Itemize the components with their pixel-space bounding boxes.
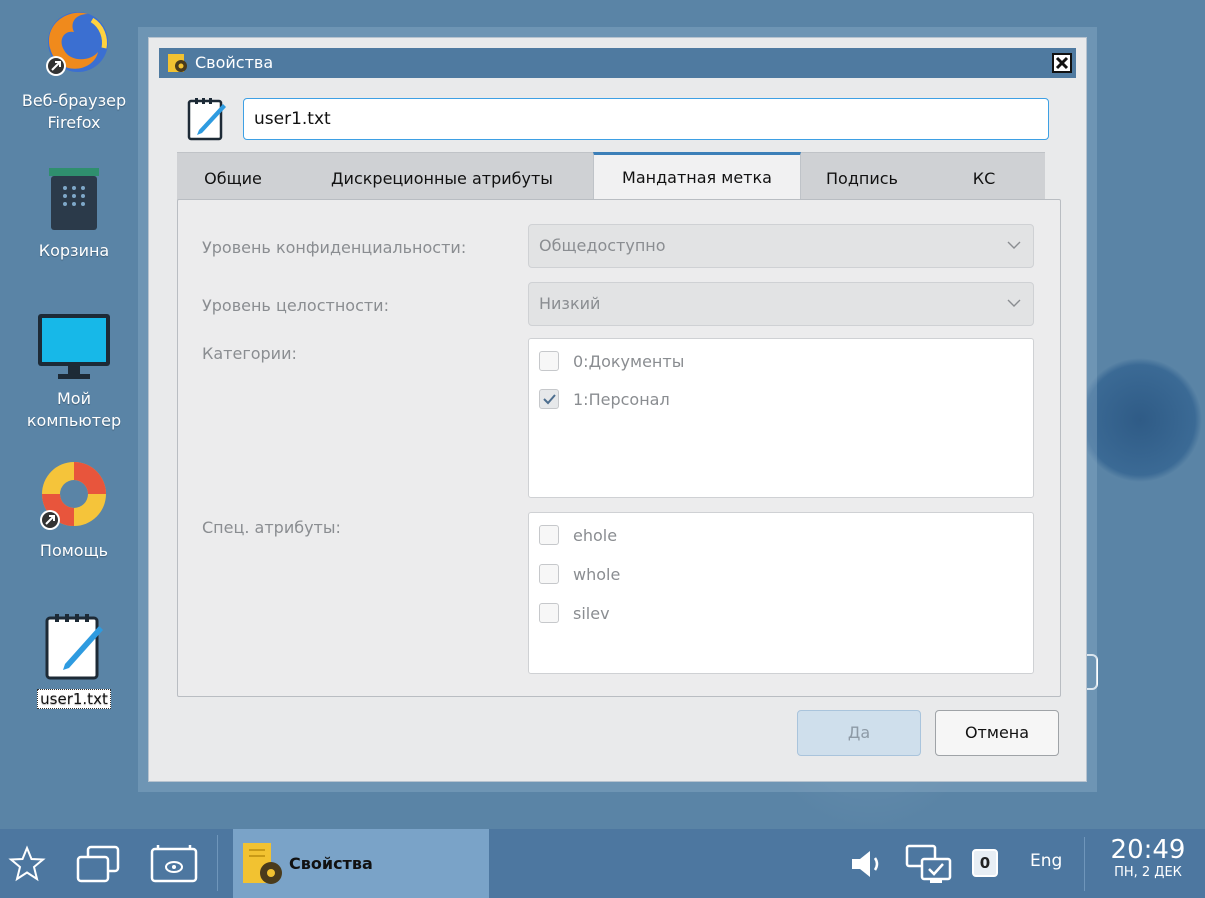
chevron-down-icon bbox=[1007, 241, 1021, 249]
special-attribute-label: whole bbox=[573, 565, 621, 584]
taskbar-task-label: Свойства bbox=[289, 854, 373, 873]
keyboard-language[interactable]: Eng bbox=[1030, 851, 1062, 871]
desktop-icon-label: Помощь bbox=[39, 541, 109, 560]
tab-bar: Общие Дискреционные атрибуты Мандатная м… bbox=[177, 152, 1045, 201]
properties-dialog: Свойства Общие Дискреционные атрибуты Ма… bbox=[148, 37, 1087, 782]
taskbar-task-properties[interactable]: Свойства bbox=[233, 829, 489, 898]
checkbox[interactable] bbox=[539, 525, 559, 545]
tab-general[interactable]: Общие bbox=[177, 152, 289, 200]
checkmark-icon bbox=[543, 394, 556, 405]
integrity-select[interactable]: Низкий bbox=[528, 282, 1034, 326]
show-desktop-icon[interactable] bbox=[150, 845, 198, 885]
text-file-icon bbox=[45, 614, 103, 680]
taskbar-separator bbox=[1084, 837, 1085, 891]
confidentiality-value: Общедоступно bbox=[539, 236, 666, 255]
chevron-down-icon bbox=[1007, 299, 1021, 307]
integrity-value: Низкий bbox=[539, 294, 601, 313]
special-attribute-label: ehole bbox=[573, 526, 618, 545]
firefox-icon bbox=[46, 12, 108, 76]
clock-time: 20:49 bbox=[1110, 835, 1186, 865]
desktop-edge-widget bbox=[1086, 654, 1098, 690]
close-button[interactable] bbox=[1052, 53, 1072, 73]
text-file-icon bbox=[187, 98, 226, 141]
taskbar: Свойства 0 Eng 20:49 ПН, 2 ДЕК bbox=[0, 829, 1205, 898]
desktop-icon-label: Корзина bbox=[38, 241, 110, 260]
checkbox[interactable] bbox=[539, 603, 559, 623]
checkbox[interactable] bbox=[539, 351, 559, 371]
cancel-button[interactable]: Отмена bbox=[935, 710, 1059, 756]
volume-icon[interactable] bbox=[850, 849, 884, 879]
checkbox[interactable] bbox=[539, 564, 559, 584]
special-attribute-label: silev bbox=[573, 604, 610, 623]
start-menu-star-icon[interactable] bbox=[8, 845, 46, 883]
desktop-icon-label: Мой компьютер bbox=[26, 389, 122, 430]
mandatory-label-panel: Уровень конфиденциальности: Общедоступно… bbox=[177, 199, 1061, 697]
category-item-label: 1:Персонал bbox=[573, 390, 670, 409]
dialog-titlebar[interactable]: Свойства bbox=[159, 48, 1076, 78]
desktop-icon-user1-txt[interactable]: user1.txt bbox=[8, 612, 140, 710]
notification-badge[interactable]: 0 bbox=[972, 849, 998, 877]
integrity-label: Уровень целостности: bbox=[202, 296, 389, 315]
trash-icon bbox=[49, 168, 99, 230]
clock[interactable]: 20:49 ПН, 2 ДЕК bbox=[1096, 835, 1200, 881]
windows-switcher-icon[interactable] bbox=[76, 845, 122, 885]
taskbar-separator bbox=[217, 835, 218, 891]
filename-input[interactable] bbox=[243, 98, 1049, 140]
tab-mandatory-label[interactable]: Мандатная метка bbox=[593, 152, 801, 201]
desktop-icon-trash[interactable]: Корзина bbox=[8, 166, 140, 262]
categories-label: Категории: bbox=[202, 344, 297, 363]
clock-date: ПН, 2 ДЕК bbox=[1114, 865, 1182, 880]
close-icon bbox=[1055, 56, 1069, 70]
tab-ks[interactable]: КС bbox=[923, 152, 1045, 200]
desktop-icon-label: Веб-браузер Firefox bbox=[21, 91, 127, 132]
category-item-label: 0:Документы bbox=[573, 352, 685, 371]
network-icon[interactable] bbox=[904, 843, 956, 885]
special-attributes-label: Спец. атрибуты: bbox=[202, 518, 341, 537]
tab-discretionary-attributes[interactable]: Дискреционные атрибуты bbox=[289, 152, 595, 200]
desktop-icon-help[interactable]: Помощь bbox=[8, 458, 140, 562]
properties-icon bbox=[168, 54, 187, 72]
desktop-icon-label: user1.txt bbox=[37, 689, 111, 709]
checkbox-checked[interactable] bbox=[539, 389, 559, 409]
ok-button[interactable]: Да bbox=[797, 710, 921, 756]
desktop-icon-firefox[interactable]: Веб-браузер Firefox bbox=[8, 6, 140, 134]
special-attributes-list: ehole whole silev bbox=[528, 512, 1034, 674]
lifebuoy-icon bbox=[40, 462, 106, 530]
categories-list: 0:Документы 1:Персонал bbox=[528, 338, 1034, 498]
desktop-icon-my-computer[interactable]: Мой компьютер bbox=[8, 312, 140, 432]
dialog-title: Свойства bbox=[195, 53, 274, 72]
properties-icon bbox=[243, 843, 282, 884]
confidentiality-select[interactable]: Общедоступно bbox=[528, 224, 1034, 268]
confidentiality-label: Уровень конфиденциальности: bbox=[202, 238, 467, 257]
monitor-icon bbox=[38, 314, 110, 379]
tab-signature[interactable]: Подпись bbox=[801, 152, 923, 200]
